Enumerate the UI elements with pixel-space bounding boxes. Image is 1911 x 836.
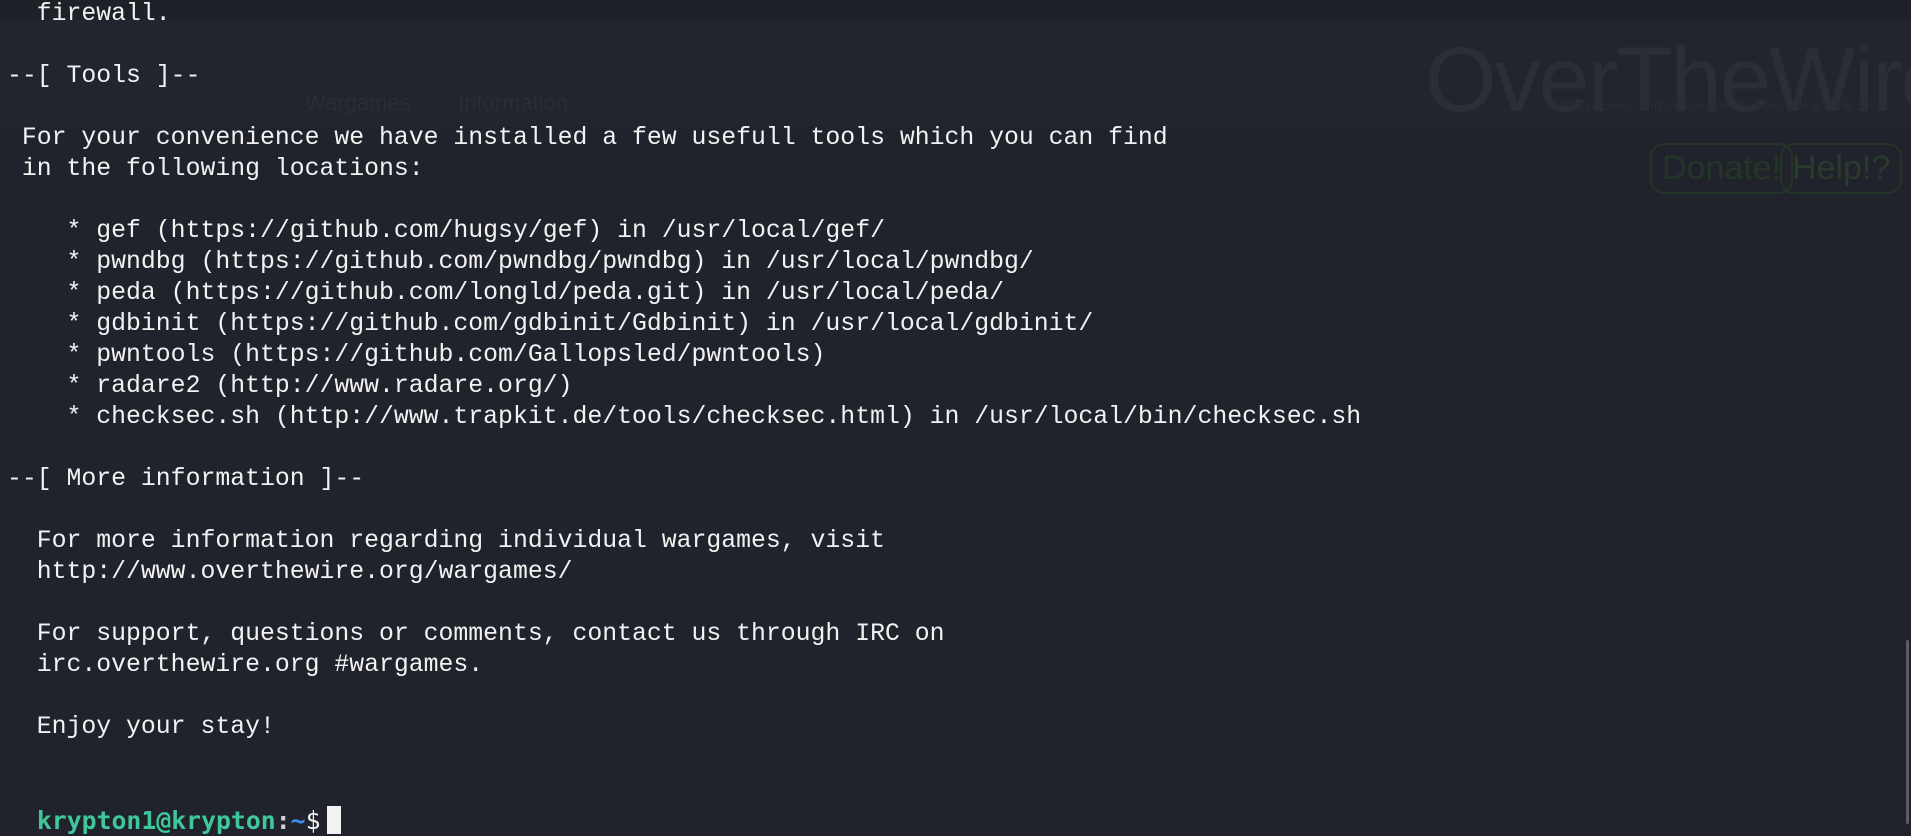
terminal-line: For your convenience we have installed a… <box>7 124 1168 152</box>
terminal-line: * gdbinit (https://github.com/gdbinit/Gd… <box>7 310 1094 338</box>
background-help-button: Help!? <box>1780 143 1903 194</box>
terminal-line: Enjoy your stay! <box>7 713 275 741</box>
prompt-colon: : <box>275 806 291 835</box>
terminal-line: * pwntools (https://github.com/Gallopsle… <box>7 341 826 369</box>
terminal-line: firewall. <box>7 0 171 28</box>
terminal-line: For more information regarding individua… <box>7 527 885 555</box>
prompt-path: ~ <box>290 806 306 835</box>
terminal-prompt[interactable]: krypton1@krypton:~$ <box>7 774 341 836</box>
terminal-line: For support, questions or comments, cont… <box>7 620 945 648</box>
text-cursor <box>326 806 341 834</box>
terminal-line: in the following locations: <box>7 155 424 183</box>
background-donate-button: Donate! <box>1650 143 1794 194</box>
terminal-line: * gef (https://github.com/hugsy/gef) in … <box>7 217 885 245</box>
background-logo: OverTheWire <box>1425 29 1911 131</box>
terminal-line: irc.overthewire.org #wargames. <box>7 651 484 679</box>
prompt-user-host: krypton1@krypton <box>36 806 276 835</box>
terminal-output: firewall. --[ Tools ]-- For your convenie… <box>7 0 1361 774</box>
terminal-line: http://www.overthewire.org/wargames/ <box>7 558 573 586</box>
background-tagline: We're hackers, and we are good-looking. … <box>1550 98 1879 113</box>
prompt-symbol: $ <box>305 806 321 835</box>
terminal-line: * peda (https://github.com/longld/peda.g… <box>7 279 1004 307</box>
terminal-scrollbar[interactable] <box>1906 640 1909 824</box>
terminal-line: --[ Tools ]-- <box>7 62 201 90</box>
terminal-line: * checksec.sh (http://www.trapkit.de/too… <box>7 403 1362 431</box>
terminal-line: * radare2 (http://www.radare.org/) <box>7 372 573 400</box>
terminal-line: * pwndbg (https://github.com/pwndbg/pwnd… <box>7 248 1034 276</box>
terminal-line: --[ More information ]-- <box>7 465 365 493</box>
